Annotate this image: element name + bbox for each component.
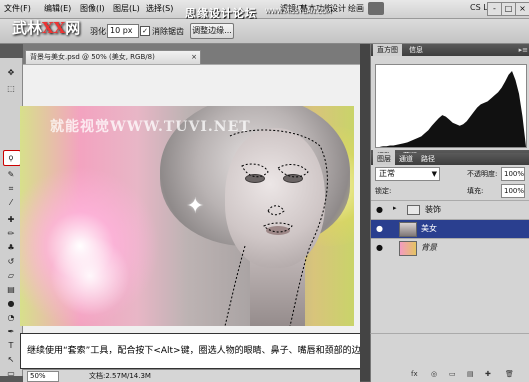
path-select-icon[interactable]: ↖ xyxy=(5,355,17,364)
panel-dock-strip xyxy=(360,44,370,381)
tab-channels[interactable]: 通道 xyxy=(395,153,417,165)
fx-icon[interactable]: fx xyxy=(411,370,418,378)
layer-name: 美女 xyxy=(421,224,437,233)
workspace-switcher[interactable] xyxy=(368,2,384,15)
layer-thumbnail xyxy=(399,241,417,256)
layer-name: 背景 xyxy=(421,243,437,252)
blur-tool-icon[interactable]: ● xyxy=(5,299,17,308)
status-bar: 50% 文档:2.57M/14.3M xyxy=(23,369,360,382)
fill-input[interactable]: 100% xyxy=(501,184,525,198)
adjustment-layer-icon[interactable]: ▭ xyxy=(449,370,456,378)
menu-image[interactable]: 图像(I) xyxy=(80,3,105,14)
visibility-eye-icon[interactable]: ● xyxy=(375,224,384,233)
chevron-down-icon: ▼ xyxy=(431,170,437,178)
panel-menu-icon[interactable]: ▸≡ xyxy=(519,44,528,56)
layer-row-background[interactable]: ● 背景 xyxy=(371,238,529,257)
document-title: 背景与美女.psd @ 50% (美女, RGB/8) xyxy=(30,53,155,61)
type-tool-icon[interactable]: T xyxy=(5,341,17,350)
antialias-checkbox[interactable]: ✓ xyxy=(140,26,150,36)
gradient-tool-icon[interactable]: ▤ xyxy=(5,285,17,294)
visibility-eye-icon[interactable]: ● xyxy=(375,243,384,252)
layer-row-selected[interactable]: ● 美女 xyxy=(371,219,529,238)
stamp-tool-icon[interactable]: ♣ xyxy=(5,243,17,252)
maximize-button[interactable]: □ xyxy=(501,2,516,16)
lasso-tool-icon[interactable]: ϙ xyxy=(5,153,17,162)
canvas-image[interactable]: ✦ 就能视觉WWW.TUVI.NET xyxy=(20,106,354,326)
feather-label: 羽化: xyxy=(90,27,109,36)
tab-info[interactable]: 信息 xyxy=(405,44,427,56)
brush-tool-icon[interactable]: ✏ xyxy=(5,229,17,238)
zoom-field[interactable]: 50% xyxy=(27,371,59,382)
marquee-tool-icon[interactable]: ⬚ xyxy=(5,84,17,93)
blend-mode-select[interactable]: 正常 ▼ xyxy=(375,167,440,181)
blend-mode-value: 正常 xyxy=(379,169,395,178)
antialias-label: 消除锯齿 xyxy=(152,27,184,36)
crop-tool-icon[interactable]: ⌗ xyxy=(5,184,17,193)
histogram-panel-header: 直方图 信息 ▸≡ xyxy=(371,44,529,56)
quick-select-tool-icon[interactable]: ✎ xyxy=(5,170,17,179)
photo-watermark: 就能视觉WWW.TUVI.NET xyxy=(50,119,251,135)
lasso-selection-outline xyxy=(224,129,328,326)
tab-paths[interactable]: 路径 xyxy=(417,153,439,165)
layers-panel-footer: fx ◎ ▭ ▤ ✚ 🗑 xyxy=(370,333,529,382)
layer-thumbnail xyxy=(399,222,417,237)
new-layer-icon[interactable]: ✚ xyxy=(485,370,491,378)
document-tab[interactable]: 背景与美女.psd @ 50% (美女, RGB/8) × xyxy=(25,50,201,64)
fill-label: 填充: xyxy=(467,187,484,195)
opacity-input[interactable]: 100% xyxy=(501,167,525,181)
minimize-button[interactable]: - xyxy=(487,2,502,16)
history-brush-icon[interactable]: ↺ xyxy=(5,257,17,266)
healing-tool-icon[interactable]: ✚ xyxy=(5,215,17,224)
new-group-icon[interactable]: ▤ xyxy=(467,370,474,378)
tab-histogram[interactable]: 直方图 xyxy=(373,44,402,56)
eyedropper-tool-icon[interactable]: ⁄ xyxy=(5,198,17,207)
menu-select[interactable]: 选择(S) xyxy=(146,3,173,14)
panels-dock: 直方图 信息 ▸≡ 调整 蒙版 图层 通道 路径 正常 ▼ 不透明度: 100%… xyxy=(370,44,529,333)
menu-layer[interactable]: 图层(L) xyxy=(113,3,140,14)
layer-name: 装饰 xyxy=(425,205,441,214)
opacity-label: 不透明度: xyxy=(467,170,498,178)
histogram-display xyxy=(375,64,527,148)
menu-file[interactable]: 文件(F) xyxy=(4,3,31,14)
workspace-painting[interactable]: 绘画 xyxy=(348,3,364,14)
shape-tool-icon[interactable]: ▭ xyxy=(5,369,17,378)
tab-layers[interactable]: 图层 xyxy=(373,153,395,165)
folder-icon xyxy=(407,205,420,215)
workspace-design[interactable]: 设计 xyxy=(330,3,346,14)
visibility-eye-icon[interactable]: ● xyxy=(375,205,384,214)
move-tool-icon[interactable]: ✥ xyxy=(5,68,17,77)
expand-arrow-icon[interactable]: ▸ xyxy=(393,204,397,212)
refine-edge-button[interactable]: 调整边缘... xyxy=(190,23,234,39)
lock-label: 锁定: xyxy=(375,187,392,195)
layers-panel-header: 图层 通道 路径 xyxy=(371,153,529,165)
dodge-tool-icon[interactable]: ◔ xyxy=(5,313,17,322)
close-document-icon[interactable]: × xyxy=(191,51,197,64)
site-watermark-url: WWW.MISSYUAN.COM xyxy=(265,8,332,15)
trash-icon[interactable]: 🗑 xyxy=(505,370,514,378)
close-button[interactable]: × xyxy=(515,2,529,16)
pen-tool-icon[interactable]: ✒ xyxy=(5,327,17,336)
eraser-tool-icon[interactable]: ▱ xyxy=(5,271,17,280)
menu-edit[interactable]: 编辑(E) xyxy=(44,3,71,14)
feather-input[interactable]: 10 px xyxy=(107,24,139,38)
layer-row-group[interactable]: ● ▸ 装饰 xyxy=(371,200,529,219)
brand-logo: 武林XX网 xyxy=(12,19,81,37)
histogram-area xyxy=(376,71,526,147)
histogram-graph xyxy=(376,71,526,147)
mask-icon[interactable]: ◎ xyxy=(431,370,437,378)
document-size: 文档:2.57M/14.3M xyxy=(89,372,151,380)
